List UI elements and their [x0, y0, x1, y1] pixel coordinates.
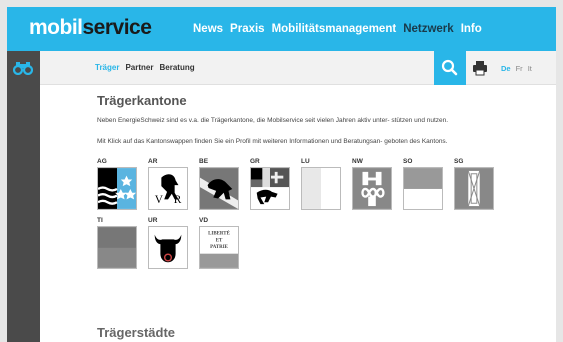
- crest-gr[interactable]: [250, 167, 290, 210]
- language-switcher: De Fr It: [501, 64, 532, 73]
- canton-code: TI: [97, 217, 103, 224]
- crest-ag[interactable]: [97, 167, 137, 210]
- vd-motto-line-1: LIBERTÉ: [208, 231, 230, 237]
- canton-code: NW: [352, 158, 363, 165]
- canton-be[interactable]: BE: [199, 158, 250, 210]
- vd-motto-line-2: ET: [216, 238, 223, 243]
- page-title: Trägerkantone: [97, 93, 187, 108]
- canton-code: UR: [148, 217, 158, 224]
- print-icon[interactable]: [472, 60, 488, 76]
- nav-info[interactable]: Info: [461, 23, 482, 35]
- canton-nw[interactable]: NW: [352, 158, 403, 210]
- canton-code: VD: [199, 217, 209, 224]
- canton-grid: AG AR V R BE GR LU NW SO SG TI UR VD LIB…: [97, 158, 537, 276]
- canton-so[interactable]: SO: [403, 158, 454, 210]
- canton-code: SO: [403, 158, 413, 165]
- lang-it[interactable]: It: [528, 64, 532, 73]
- subnav-beratung[interactable]: Beratung: [159, 63, 194, 72]
- canton-vd[interactable]: VD LIBERTÉ ET PATRIE: [199, 217, 250, 269]
- subnav-traeger[interactable]: Träger: [95, 63, 119, 72]
- crest-sg[interactable]: [454, 167, 494, 210]
- canton-sg[interactable]: SG: [454, 158, 505, 210]
- crest-ar[interactable]: V R: [148, 167, 188, 210]
- subnav-partner[interactable]: Partner: [125, 63, 153, 72]
- canton-ti[interactable]: TI: [97, 217, 148, 269]
- crest-nw[interactable]: [352, 167, 392, 210]
- crest-ur[interactable]: [148, 226, 188, 269]
- canton-code: BE: [199, 158, 209, 165]
- nav-praxis[interactable]: Praxis: [230, 23, 265, 35]
- canton-code: GR: [250, 158, 260, 165]
- crest-be[interactable]: [199, 167, 239, 210]
- search-icon: [441, 59, 458, 76]
- lang-de[interactable]: De: [501, 64, 511, 73]
- instruction-paragraph: Mit Klick auf das Kantonswappen finden S…: [97, 138, 448, 145]
- canton-code: SG: [454, 158, 464, 165]
- canton-lu[interactable]: LU: [301, 158, 352, 210]
- crest-vd[interactable]: LIBERTÉ ET PATRIE: [199, 226, 239, 269]
- canton-ar[interactable]: AR V R: [148, 158, 199, 210]
- sub-nav-bar: Träger Partner Beratung De Fr It: [40, 51, 556, 85]
- intro-paragraph: Neben EnergieSchweiz sind es v.a. die Tr…: [97, 117, 449, 124]
- vd-motto-line-3: PATRIE: [210, 245, 229, 250]
- canton-code: LU: [301, 158, 310, 165]
- nav-news[interactable]: News: [193, 23, 223, 35]
- nav-mobilitaetsmanagement[interactable]: Mobilitätsmanagement: [272, 23, 397, 35]
- canton-ur[interactable]: UR: [148, 217, 199, 269]
- main-content: Trägerkantone Neben EnergieSchweiz sind …: [97, 93, 527, 276]
- lang-fr[interactable]: Fr: [516, 64, 523, 73]
- canton-gr[interactable]: GR: [250, 158, 301, 210]
- crest-so[interactable]: [403, 167, 443, 210]
- canton-code: AG: [97, 158, 107, 165]
- svg-text:V: V: [155, 194, 164, 206]
- search-button[interactable]: [434, 51, 466, 85]
- svg-text:R: R: [174, 194, 182, 206]
- crest-ti[interactable]: [97, 226, 137, 269]
- sub-nav: Träger Partner Beratung: [95, 63, 195, 72]
- nav-netzwerk[interactable]: Netzwerk: [403, 23, 454, 35]
- site-header: mobilservice News Praxis Mobilitätsmanag…: [7, 7, 556, 51]
- crest-lu[interactable]: [301, 167, 341, 210]
- binoculars-icon[interactable]: [13, 61, 33, 75]
- canton-ag[interactable]: AG: [97, 158, 148, 210]
- canton-code: AR: [148, 158, 158, 165]
- section-title-traegerstaedte: Trägerstädte: [97, 325, 176, 340]
- page-frame: mobilservice News Praxis Mobilitätsmanag…: [7, 7, 556, 342]
- main-nav: News Praxis Mobilitätsmanagement Netzwer…: [193, 23, 482, 35]
- logo[interactable]: mobilservice: [29, 16, 152, 40]
- sidebar: [7, 51, 40, 342]
